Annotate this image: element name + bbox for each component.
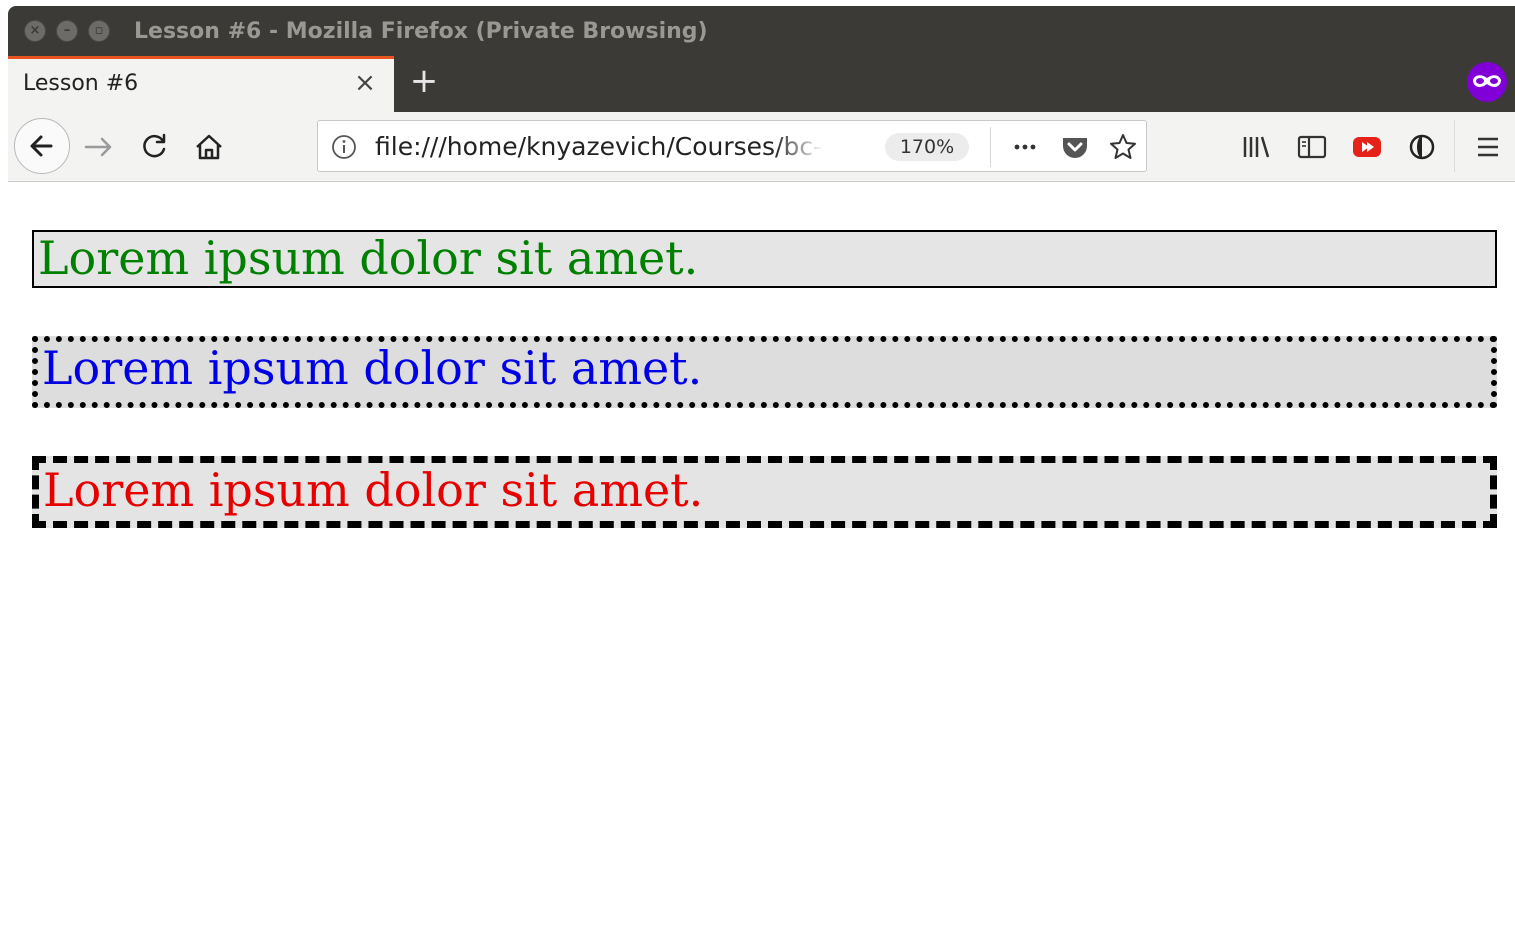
tab-strip: Lesson #6 × + [8,56,1515,112]
new-tab-button[interactable]: + [406,63,442,99]
toolbar-separator [1454,120,1455,172]
zoom-level-badge[interactable]: 170% [885,133,969,161]
url-bar[interactable]: file:///home/knyazevich/Courses/bc-d 170… [317,120,1147,172]
window-close-button[interactable]: × [24,20,46,42]
back-icon [30,135,53,157]
paragraph-solid-border: Lorem ipsum dolor sit amet. [32,230,1497,288]
forward-icon [84,137,112,157]
tab-label: Lesson #6 [23,71,139,96]
window-minimize-button[interactable]: – [56,20,78,42]
url-text[interactable]: file:///home/knyazevich/Courses/bc-d [375,132,821,162]
page-content: Lorem ipsum dolor sit amet. Lorem ipsum … [8,182,1515,934]
home-button[interactable] [189,127,229,167]
back-button[interactable] [14,118,70,174]
library-icon[interactable] [1237,129,1275,165]
tab-lesson-6[interactable]: Lesson #6 × [8,56,394,112]
window-title-bar: × – ▫ Lesson #6 - Mozilla Firefox (Priva… [8,6,1515,58]
hamburger-menu-icon[interactable] [1469,129,1507,165]
window-title: Lesson #6 - Mozilla Firefox (Private Bro… [134,19,708,44]
tab-close-icon[interactable]: × [352,70,378,96]
paragraph-dotted-border: Lorem ipsum dolor sit amet. [32,336,1497,408]
addon-icon[interactable] [1403,129,1441,165]
sidebar-icon[interactable] [1293,129,1331,165]
bookmark-star-icon[interactable] [1106,131,1140,163]
pocket-icon[interactable] [1058,131,1092,163]
page-actions-more-icon[interactable] [1008,131,1042,163]
reload-button[interactable] [134,127,174,167]
window-maximize-button[interactable]: ▫ [88,20,110,42]
info-icon[interactable] [330,133,358,161]
home-icon [196,134,222,160]
url-separator [990,127,991,167]
reload-icon [143,133,166,158]
forward-button[interactable] [78,127,118,167]
paragraph-dashed-border: Lorem ipsum dolor sit amet. [32,456,1497,528]
youtube-addon-icon[interactable] [1348,129,1386,165]
url-fade [773,129,823,165]
private-browsing-icon [1467,62,1507,102]
navigation-toolbar: file:///home/knyazevich/Courses/bc-d 170… [8,112,1515,182]
